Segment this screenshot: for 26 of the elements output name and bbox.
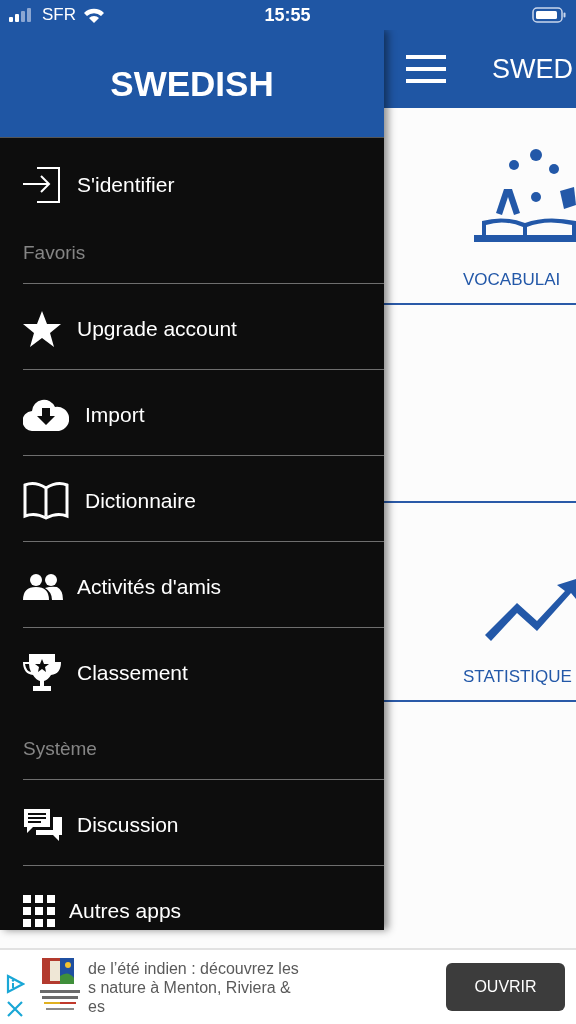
wifi-icon bbox=[83, 7, 105, 23]
drawer-item[interactable]: Dictionnaire bbox=[23, 455, 384, 541]
ad-text: s nature à Menton, Riviera & bbox=[88, 977, 292, 997]
section-heading: Favoris bbox=[23, 242, 86, 264]
menu-button[interactable] bbox=[406, 55, 446, 83]
ad-info-icon bbox=[5, 974, 25, 994]
drawer-item[interactable]: Discussion bbox=[23, 779, 384, 865]
drawer-item[interactable]: S'identifier bbox=[23, 138, 384, 217]
drawer-item[interactable]: Upgrade account bbox=[23, 283, 384, 369]
close-icon bbox=[6, 1000, 24, 1018]
drawer-item[interactable]: Activités d'amis bbox=[23, 541, 384, 627]
battery-icon bbox=[532, 7, 566, 23]
drawer-item[interactable]: Import bbox=[23, 369, 384, 455]
drawer-item[interactable]: Classement bbox=[23, 627, 384, 713]
tile-label: STATISTIQUE bbox=[463, 667, 573, 687]
cloud-download-icon bbox=[23, 398, 69, 431]
tile-label: VOCABULAI bbox=[463, 270, 562, 290]
section-heading: Système bbox=[23, 738, 97, 760]
open-button[interactable]: OUVRIR bbox=[446, 963, 565, 1011]
clock-time: 15:55 bbox=[264, 4, 311, 26]
ad-text: de l’été indien : découvrez les bbox=[88, 958, 300, 978]
app-title: SWED bbox=[492, 53, 573, 85]
book-icon bbox=[23, 481, 69, 520]
ad-text: es bbox=[88, 996, 106, 1016]
carrier-name: SFR bbox=[42, 5, 76, 25]
drawer-title: SWEDISH bbox=[110, 63, 274, 104]
